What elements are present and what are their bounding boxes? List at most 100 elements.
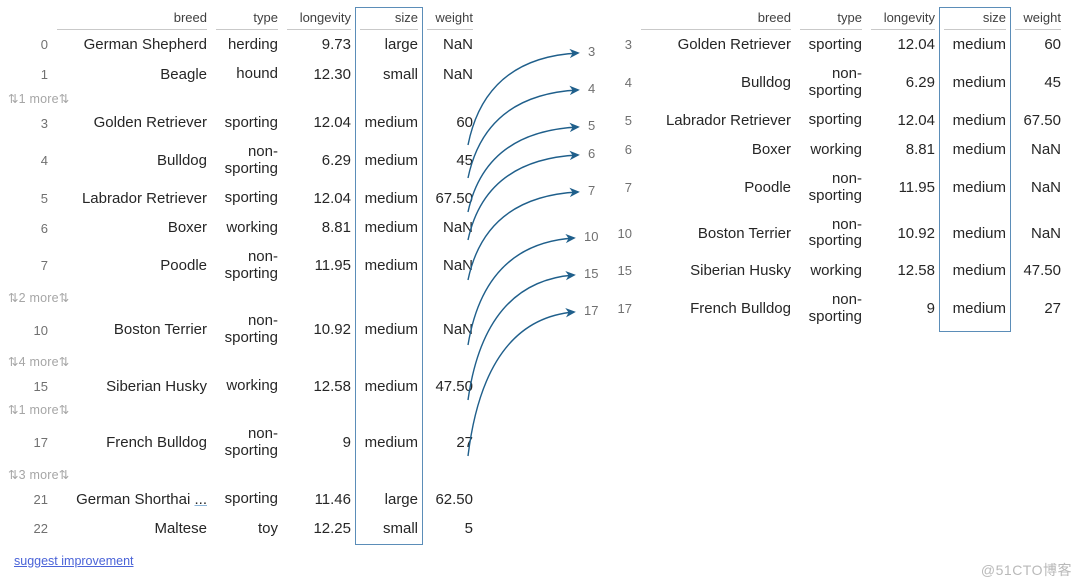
- table-row[interactable]: 4 Bulldog non-sporting 6.29 medium 45: [8, 138, 473, 184]
- cell-breed: German Shorthai ...: [76, 490, 207, 508]
- cell-gap: [278, 213, 287, 243]
- suggest-improvement-link[interactable]: suggest improvement: [14, 554, 134, 568]
- collapsed-rows-indicator[interactable]: ⇅2 more⇅: [8, 289, 473, 308]
- cell-gap: [351, 307, 360, 353]
- cell-breed: Boston Terrier: [113, 321, 207, 339]
- header-gap: [278, 10, 287, 30]
- right-table-header: breed type longevity size weight: [596, 10, 1061, 31]
- cell-gap: [278, 485, 287, 515]
- table-row[interactable]: 3 Golden Retriever sporting 12.04 medium 60: [8, 108, 473, 138]
- cell-gap: [791, 106, 800, 136]
- cell-breed: Labrador Retriever: [665, 111, 791, 129]
- column-header-size[interactable]: size: [944, 10, 1006, 31]
- table-row[interactable]: 7 Poodle non-sporting 11.95 medium NaN: [8, 243, 473, 289]
- table-row[interactable]: 15 Siberian Husky working 12.58 medium 47.50: [596, 256, 1061, 286]
- cell-gap: [351, 30, 360, 60]
- cell-type: working: [810, 140, 862, 158]
- cell-gap: [791, 165, 800, 211]
- cell-size: medium: [952, 111, 1006, 129]
- collapsed-rows-indicator[interactable]: ⇅1 more⇅: [8, 90, 473, 109]
- cell-gap: [935, 30, 944, 60]
- cell-gap: [207, 60, 216, 90]
- cell-breed: Bulldog: [156, 152, 207, 170]
- cell-longevity: 9: [342, 434, 351, 452]
- table-row[interactable]: 10 Boston Terrier non-sporting 10.92 medium N…: [596, 211, 1061, 257]
- table-row[interactable]: 6 Boxer working 8.81 medium NaN: [596, 135, 1061, 165]
- collapsed-rows-indicator[interactable]: ⇅1 more⇅: [8, 401, 473, 420]
- cell-breed: Boxer: [751, 141, 791, 159]
- watermark: @51CTO博客: [980, 562, 1072, 578]
- table-row[interactable]: 4 Bulldog non-sporting 6.29 medium 45: [596, 60, 1061, 106]
- cell-weight: NaN: [442, 219, 473, 237]
- cell-gap: [862, 211, 871, 257]
- cell-gap: [791, 135, 800, 165]
- header-gap: [207, 10, 216, 30]
- cell-weight: 60: [456, 114, 473, 132]
- cell-breed: Poodle: [744, 178, 791, 196]
- row-index: 17: [33, 435, 48, 451]
- right-dataframe[interactable]: breed type longevity size weight 3 Golden…: [596, 10, 1061, 331]
- column-header-longevity[interactable]: longevity: [287, 10, 351, 31]
- cell-longevity: 12.58: [313, 377, 351, 395]
- column-header-weight[interactable]: weight: [1015, 10, 1061, 31]
- row-mapping-arrow: [467, 308, 576, 457]
- cell-gap: [48, 108, 57, 138]
- column-header-weight[interactable]: weight: [427, 10, 473, 31]
- table-row[interactable]: 3 Golden Retriever sporting 12.04 medium 60: [596, 30, 1061, 60]
- cell-size: medium: [952, 36, 1006, 54]
- collapsed-rows-indicator[interactable]: ⇅3 more⇅: [8, 466, 473, 485]
- row-index: 5: [40, 190, 48, 206]
- row-index: 5: [624, 112, 632, 128]
- table-row[interactable]: 17 French Bulldog non-sporting 9 medium 27: [8, 420, 473, 466]
- table-row[interactable]: 17 French Bulldog non-sporting 9 medium 27: [596, 286, 1061, 332]
- cell-gap: [791, 256, 800, 286]
- column-header-type[interactable]: type: [800, 10, 862, 31]
- column-header-longevity[interactable]: longevity: [871, 10, 935, 31]
- table-row[interactable]: 5 Labrador Retriever sporting 12.04 medium 67…: [8, 184, 473, 214]
- table-row[interactable]: 15 Siberian Husky working 12.58 medium 47.50: [8, 372, 473, 402]
- cell-gap: [48, 30, 57, 60]
- column-header-type[interactable]: type: [216, 10, 278, 31]
- row-index: 7: [624, 180, 632, 196]
- cell-type: non-sporting: [224, 248, 278, 282]
- table-row[interactable]: 6 Boxer working 8.81 medium NaN: [8, 213, 473, 243]
- row-index: 1: [40, 67, 48, 83]
- header-gap: [351, 10, 360, 30]
- right-table-body: 3 Golden Retriever sporting 12.04 medium 60 4 B…: [596, 30, 1061, 332]
- column-header-breed[interactable]: breed: [641, 10, 791, 31]
- cell-gap: [1006, 165, 1015, 211]
- cell-gap: [351, 372, 360, 402]
- cell-gap: [1006, 30, 1015, 60]
- truncation-ellipsis[interactable]: ...: [194, 491, 207, 508]
- cell-weight: 27: [1044, 299, 1061, 317]
- cell-size: medium: [952, 178, 1006, 196]
- table-row[interactable]: 10 Boston Terrier non-sporting 10.92 medium N…: [8, 307, 473, 353]
- cell-gap: [791, 211, 800, 257]
- cell-gap: [862, 165, 871, 211]
- cell-longevity: 12.04: [313, 189, 351, 207]
- table-row[interactable]: 5 Labrador Retriever sporting 12.04 medium 67…: [596, 106, 1061, 136]
- cell-longevity: 11.95: [314, 257, 351, 275]
- cell-size: medium: [364, 321, 418, 339]
- column-header-breed[interactable]: breed: [57, 10, 207, 31]
- cell-longevity: 8.81: [321, 219, 351, 237]
- table-row[interactable]: 1 Beagle hound 12.30 small NaN: [8, 60, 473, 90]
- cell-gap: [418, 485, 427, 515]
- column-header-size[interactable]: size: [360, 10, 418, 31]
- table-row[interactable]: 21 German Shorthai ... sporting 11.46 large 6…: [8, 485, 473, 515]
- cell-breed: Siberian Husky: [106, 377, 207, 395]
- cell-gap: [207, 138, 216, 184]
- cell-weight: NaN: [442, 257, 473, 275]
- row-index: 15: [33, 378, 48, 394]
- cell-type: toy: [257, 519, 278, 537]
- table-row[interactable]: 0 German Shepherd herding 9.73 large NaN: [8, 30, 473, 60]
- left-dataframe[interactable]: breed type longevity size weight 0 German…: [8, 10, 473, 544]
- table-row[interactable]: 7 Poodle non-sporting 11.95 medium NaN: [596, 165, 1061, 211]
- collapsed-rows-indicator[interactable]: ⇅4 more⇅: [8, 353, 473, 372]
- cell-gap: [351, 184, 360, 214]
- cell-weight: 60: [1044, 36, 1061, 54]
- header-row: breed type longevity size weight: [8, 10, 473, 31]
- row-mapping-arrow: [467, 233, 576, 346]
- cell-gap: [278, 243, 287, 289]
- table-row[interactable]: 22 Maltese toy 12.25 small 5: [8, 514, 473, 544]
